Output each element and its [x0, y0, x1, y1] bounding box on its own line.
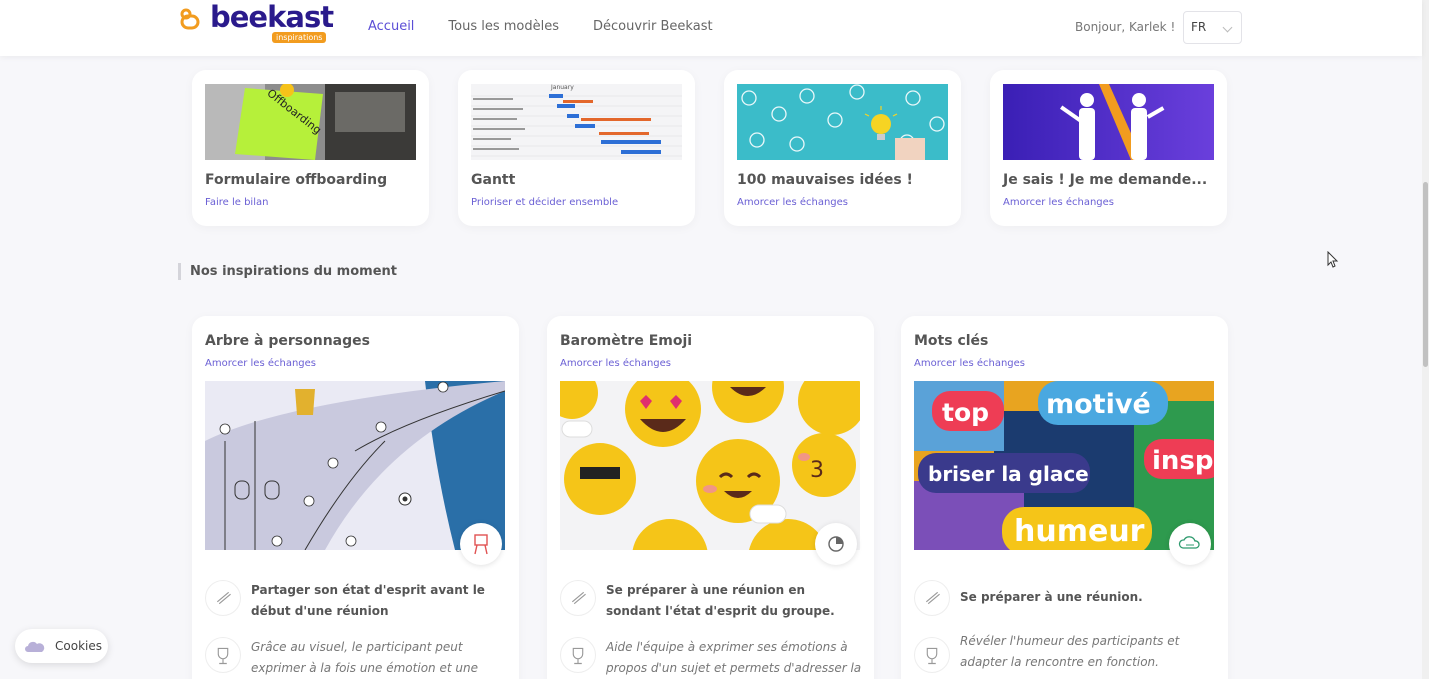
template-card[interactable]: Offboarding Formulaire offboarding Faire… — [192, 70, 429, 226]
nav-item-tous-les-modeles[interactable]: Tous les modèles — [448, 19, 559, 34]
mouse-cursor-icon — [1327, 251, 1339, 268]
activity-badge — [815, 523, 857, 565]
card-subtitle: Amorcer les échanges — [560, 358, 672, 369]
card-image: Offboarding — [205, 84, 416, 160]
bee-logo-icon — [180, 8, 200, 30]
template-card[interactable]: 100 mauvaises idées ! Amorcer les échang… — [724, 70, 961, 226]
goal-text: Partager son état d'esprit avant le débu… — [251, 583, 485, 618]
trophy-icon — [914, 637, 950, 673]
cookies-label: Cookies — [55, 639, 102, 653]
nav-item-accueil[interactable]: Accueil — [368, 19, 414, 34]
word-cloud-icon — [1178, 536, 1200, 549]
pie-chart-icon — [828, 536, 844, 552]
card-image — [1003, 84, 1214, 160]
card-image-text: January — [550, 84, 574, 91]
card-subtitle: Faire le bilan — [205, 197, 269, 208]
main-nav: Accueil Tous les modèles Découvrir Beeka… — [368, 19, 747, 34]
activity-badge — [460, 523, 502, 565]
activity-badge — [1169, 523, 1211, 565]
trophy-icon — [205, 637, 241, 673]
word-motive: motivé — [1046, 389, 1151, 420]
inspiration-card[interactable]: Arbre à personnages Amorcer les échanges — [192, 316, 519, 679]
benefit-text: Révéler l'humeur des participants et ada… — [960, 634, 1180, 669]
trophy-icon — [560, 637, 596, 673]
card-subtitle: Amorcer les échanges — [914, 358, 1026, 369]
card-image — [737, 84, 948, 160]
brand-name: beekast — [210, 0, 334, 34]
nav-item-decouvrir-beekast[interactable]: Découvrir Beekast — [593, 19, 713, 34]
language-value: FR — [1191, 20, 1207, 34]
word-insp: insp — [1152, 446, 1214, 476]
card-title: Formulaire offboarding — [205, 172, 388, 188]
scrollbar-thumb[interactable] — [1423, 182, 1428, 367]
word-briser: briser la glace — [928, 462, 1089, 486]
card-title: Je sais ! Je me demande... — [1003, 172, 1208, 188]
template-card[interactable]: January Gantt Prioriser et décider ensem… — [458, 70, 695, 226]
card-title: 100 mauvaises idées ! — [737, 172, 913, 188]
rocket-icon — [914, 580, 950, 616]
card-title: Baromètre Emoji — [560, 333, 693, 349]
benefit-text: Aide l'équipe à exprimer ses émotions à … — [606, 640, 862, 675]
card-image: January — [471, 84, 682, 160]
word-humeur: humeur — [1014, 514, 1145, 549]
rocket-icon — [560, 580, 596, 616]
card-title: Mots clés — [914, 333, 989, 349]
chevron-down-icon — [1222, 22, 1233, 33]
card-title: Arbre à personnages — [205, 333, 370, 349]
rocket-icon — [205, 580, 241, 616]
inspiration-card[interactable]: Mots clés Amorcer les échanges top motiv… — [901, 316, 1228, 679]
card-subtitle: Amorcer les échanges — [1003, 197, 1115, 208]
word-top: top — [942, 398, 989, 427]
cookies-button[interactable]: Cookies — [15, 629, 108, 663]
easel-icon — [474, 534, 488, 555]
card-subtitle: Amorcer les échanges — [737, 197, 849, 208]
inspiration-card[interactable]: Baromètre Emoji Amorcer les échanges 3 S… — [547, 316, 874, 679]
benefit-text: Grâce au visuel, le participant peut exp… — [251, 640, 478, 675]
card-subtitle: Prioriser et décider ensemble — [471, 197, 619, 208]
card-title: Gantt — [471, 172, 516, 188]
user-greeting[interactable]: Bonjour, Karlek ! — [1075, 20, 1175, 34]
language-select[interactable]: FR — [1183, 11, 1242, 44]
brand-tag: inspirations — [272, 32, 327, 43]
section-title: Nos inspirations du moment — [178, 263, 397, 280]
goal-text: Se préparer à une réunion en sondant l'é… — [606, 583, 835, 618]
card-subtitle: Amorcer les échanges — [205, 358, 317, 369]
svg-text:3: 3 — [810, 458, 824, 483]
goal-text: Se préparer à une réunion. — [960, 590, 1143, 604]
cookie-cloud-icon — [25, 641, 45, 652]
top-header: beekast inspirations Accueil Tous les mo… — [0, 0, 1422, 56]
template-card[interactable]: Je sais ! Je me demande... Amorcer les é… — [990, 70, 1227, 226]
